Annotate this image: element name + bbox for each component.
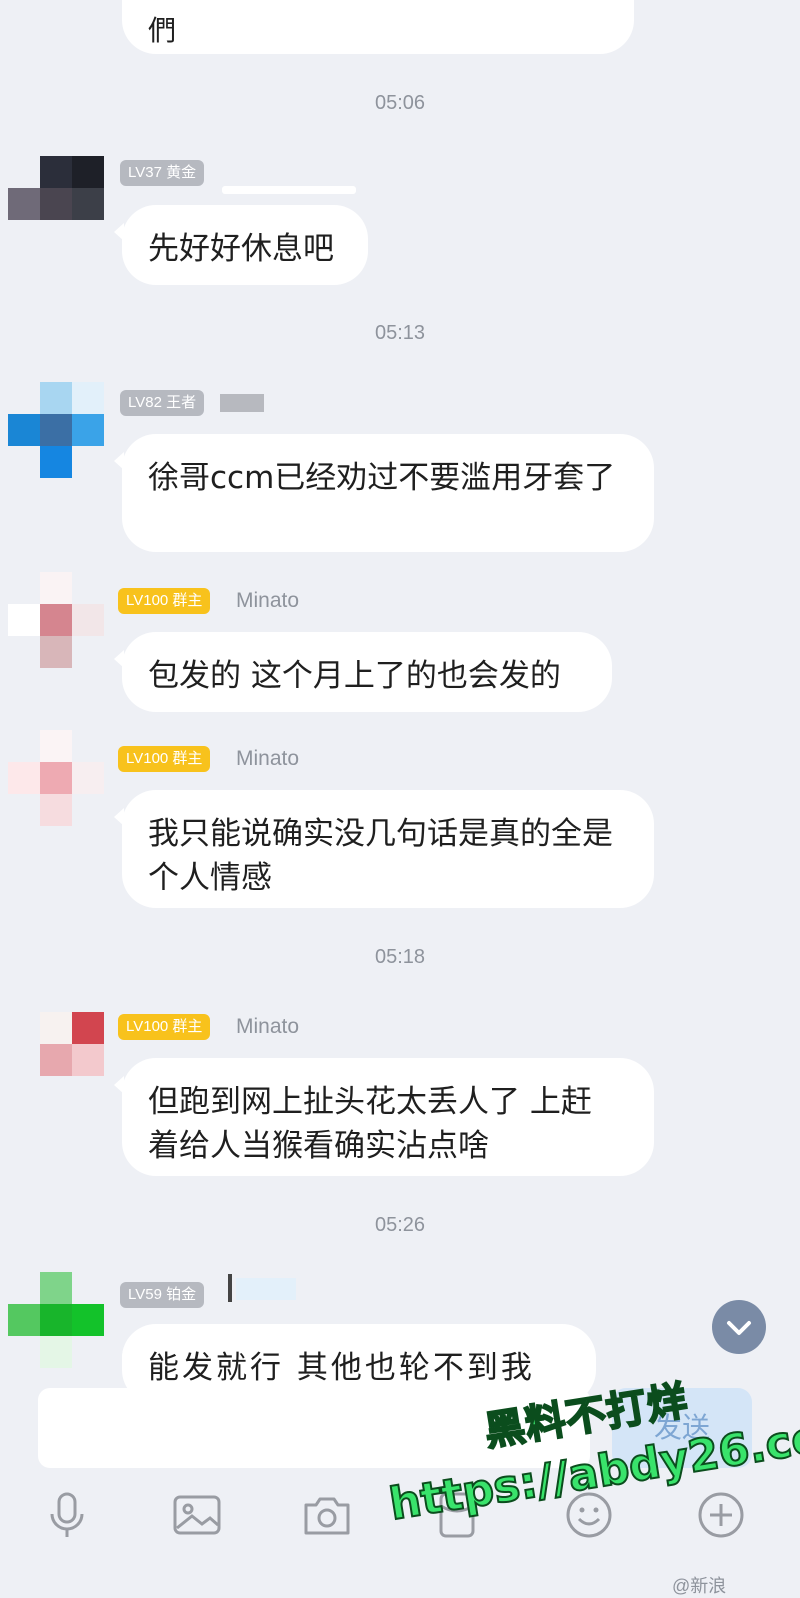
plus-icon[interactable] [694,1488,748,1542]
avatar[interactable] [8,1012,104,1108]
avatar[interactable] [8,382,104,478]
message-bubble[interactable]: 我只能说确实没几句话是真的全是个人情感 [114,790,654,908]
level-badge: LV100 群主 [118,1014,211,1040]
timestamp: 05:06 [374,92,426,114]
message-bubble[interactable]: 但跑到网上扯头花太丢人了 上赶着给人当猴看确实沾点啥 [114,1058,654,1176]
redacted-name [220,394,264,412]
message-text: 們 [148,14,177,47]
weibo-tag: @新浪 [672,1576,727,1596]
message-text: 徐哥ccm已经劝过不要滥用牙套了 [148,460,616,496]
redacted-name [228,1274,232,1302]
level-badge: LV100 群主 [118,588,211,614]
redacted-name [222,186,356,194]
redacted-name [236,1278,296,1300]
camera-icon[interactable] [300,1488,354,1542]
message-bubble[interactable]: 徐哥ccm已经劝过不要滥用牙套了 [114,434,654,552]
timestamp: 05:13 [374,322,426,344]
message-text: 但跑到网上扯头花太丢人了 上赶着给人当猴看确实沾点啥 [148,1084,592,1164]
message-text: 包发的 这个月上了的也会发的 [148,658,561,694]
sender-name: Minato [236,1015,300,1038]
sender-name: Minato [236,747,300,770]
message-bubble[interactable]: 包发的 这个月上了的也会发的 [114,632,612,712]
message-bubble-partial[interactable]: 們 [122,0,634,54]
avatar[interactable] [8,156,104,252]
level-badge: LV100 群主 [118,746,211,772]
chevron-down-icon [727,1321,751,1335]
mic-icon[interactable] [40,1488,94,1542]
avatar[interactable] [8,572,104,668]
message-text: 我只能说确实没几句话是真的全是个人情感 [148,816,613,896]
avatar[interactable] [8,730,104,826]
scroll-to-bottom-button[interactable] [712,1300,766,1354]
sender-name: Minato [236,589,300,612]
level-badge: LV37 黄金 [120,160,205,186]
level-badge: LV59 铂金 [120,1282,205,1308]
message-text: 先好好休息吧 [148,231,334,267]
timestamp: 05:18 [374,946,426,968]
timestamp: 05:26 [374,1214,426,1236]
image-icon[interactable] [170,1488,224,1542]
level-badge: LV82 王者 [120,390,205,416]
avatar[interactable] [8,1272,104,1368]
message-bubble[interactable]: 先好好休息吧 [114,205,368,285]
